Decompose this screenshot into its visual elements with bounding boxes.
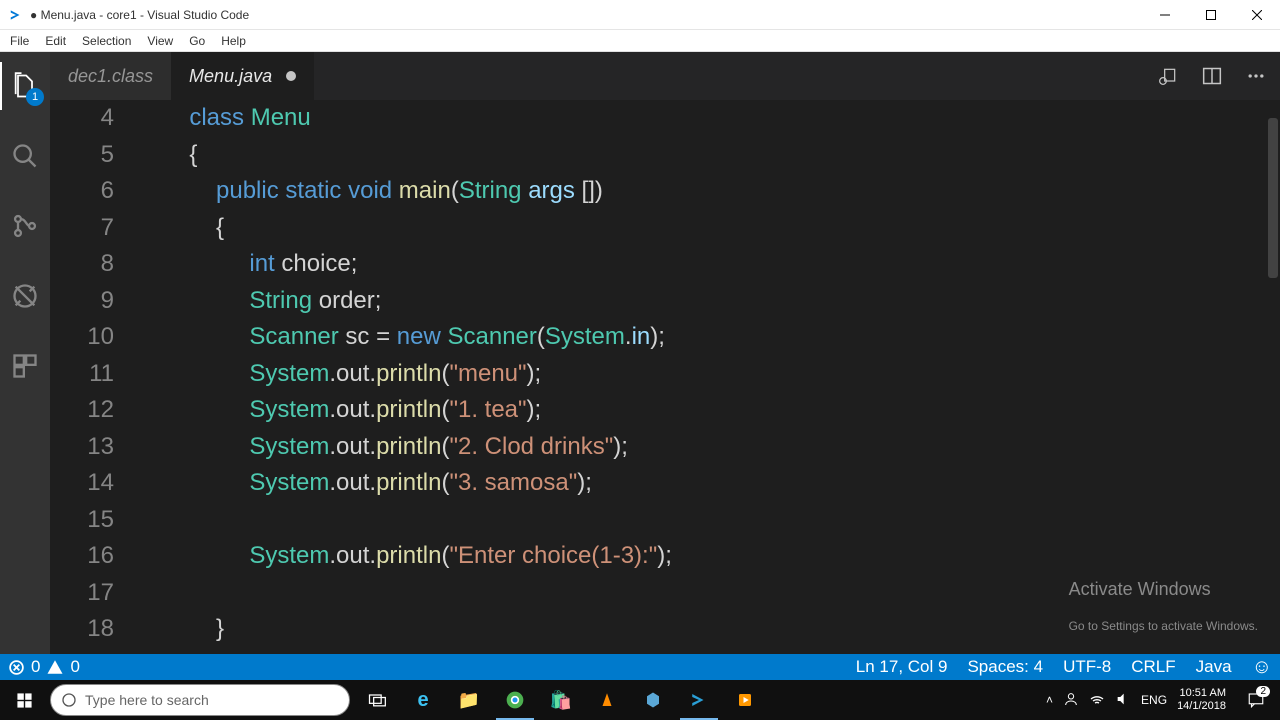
menu-selection[interactable]: Selection	[74, 32, 139, 50]
unsaved-dot-icon	[286, 71, 296, 81]
menu-bar: File Edit Selection View Go Help	[0, 30, 1280, 52]
menu-help[interactable]: Help	[213, 32, 254, 50]
code-body[interactable]: class Menu { public static void main(Str…	[136, 100, 1266, 654]
menu-view[interactable]: View	[139, 32, 181, 50]
task-view-icon[interactable]	[354, 680, 400, 720]
menu-file[interactable]: File	[2, 32, 37, 50]
activity-bar: 1	[0, 52, 50, 654]
tab-dec1[interactable]: dec1.class	[50, 52, 171, 100]
scrollbar-thumb[interactable]	[1268, 118, 1278, 278]
explorer-icon[interactable]: 1	[0, 62, 50, 110]
tray-language[interactable]: ENG	[1141, 693, 1167, 707]
taskbar-app-vscode[interactable]	[676, 680, 722, 720]
window-titlebar[interactable]: ● Menu.java - core1 - Visual Studio Code	[0, 0, 1280, 30]
maximize-button[interactable]	[1188, 0, 1234, 30]
editor-tabs: dec1.class Menu.java	[50, 52, 1280, 100]
compare-changes-icon[interactable]	[1156, 64, 1180, 88]
scrollbar[interactable]	[1266, 100, 1280, 654]
action-center-icon[interactable]: 2	[1236, 680, 1276, 720]
scm-icon[interactable]	[0, 202, 50, 250]
menu-go[interactable]: Go	[181, 32, 213, 50]
status-bar: 0 0 Ln 17, Col 9 Spaces: 4 UTF-8 CRLF Ja…	[0, 654, 1280, 680]
indent-setting[interactable]: Spaces: 4	[967, 657, 1043, 677]
extensions-icon[interactable]	[0, 342, 50, 390]
taskbar-app-vlc[interactable]	[584, 680, 630, 720]
cursor-position[interactable]: Ln 17, Col 9	[856, 657, 948, 677]
vscode-icon	[8, 7, 24, 23]
search-icon[interactable]	[0, 132, 50, 180]
windows-taskbar: Type here to search e 📁 🛍️ ˄ ENG 10:51 A…	[0, 680, 1280, 720]
taskbar-search[interactable]: Type here to search	[50, 684, 350, 716]
explorer-badge: 1	[26, 88, 44, 106]
warning-count[interactable]: 0	[70, 657, 79, 677]
tray-network-icon[interactable]	[1089, 691, 1105, 710]
action-center-badge: 2	[1256, 686, 1270, 697]
minimize-button[interactable]	[1142, 0, 1188, 30]
code-editor[interactable]: 456789101112131415161718 class Menu { pu…	[50, 100, 1280, 654]
search-placeholder: Type here to search	[85, 692, 209, 708]
taskbar-app-explorer[interactable]: 📁	[446, 680, 492, 720]
taskbar-app-store[interactable]: 🛍️	[538, 680, 584, 720]
tray-chevron-icon[interactable]: ˄	[1046, 693, 1053, 707]
taskbar-app-generic[interactable]	[630, 680, 676, 720]
menu-edit[interactable]: Edit	[37, 32, 74, 50]
split-editor-icon[interactable]	[1200, 64, 1224, 88]
more-actions-icon[interactable]	[1244, 64, 1268, 88]
tray-people-icon[interactable]	[1063, 691, 1079, 710]
warning-icon[interactable]	[46, 658, 64, 676]
taskbar-app-media[interactable]	[722, 680, 768, 720]
encoding[interactable]: UTF-8	[1063, 657, 1111, 677]
error-icon[interactable]	[8, 659, 25, 676]
taskbar-app-edge[interactable]: e	[400, 680, 446, 720]
error-count[interactable]: 0	[31, 657, 40, 677]
window-title: ● Menu.java - core1 - Visual Studio Code	[30, 8, 1142, 22]
debug-icon[interactable]	[0, 272, 50, 320]
eol[interactable]: CRLF	[1131, 657, 1175, 677]
tray-volume-icon[interactable]	[1115, 691, 1131, 710]
cortana-icon	[61, 692, 77, 708]
line-gutter: 456789101112131415161718	[50, 100, 136, 654]
tray-clock[interactable]: 10:51 AM14/1/2018	[1177, 687, 1226, 713]
language-mode[interactable]: Java	[1196, 657, 1232, 677]
feedback-icon[interactable]: ☺	[1252, 656, 1272, 679]
close-button[interactable]	[1234, 0, 1280, 30]
taskbar-app-chrome[interactable]	[492, 680, 538, 720]
start-button[interactable]	[0, 680, 48, 720]
tab-menu-java[interactable]: Menu.java	[171, 52, 314, 100]
